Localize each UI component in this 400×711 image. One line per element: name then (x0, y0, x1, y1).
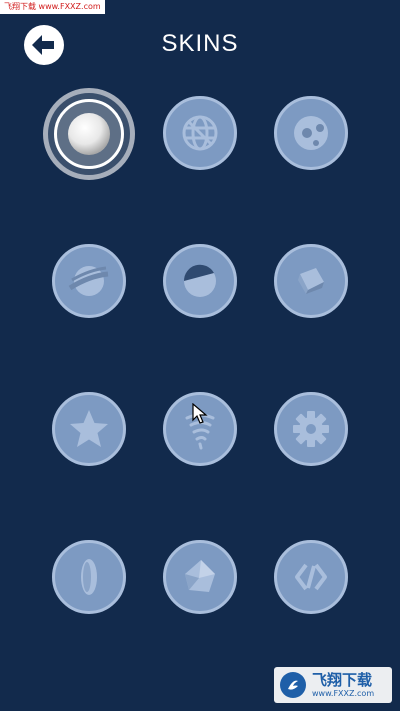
watermark-logo-icon (280, 672, 306, 698)
watermark-top: 飞翔下载 www.FXXZ.com (0, 0, 105, 14)
selection-ring (54, 99, 124, 169)
code-brackets-icon (295, 563, 327, 591)
planet-ring-icon (68, 266, 109, 296)
wireframe-sphere-icon (182, 115, 218, 151)
watermark-bottom: 飞翔下载 www.FXXZ.com (274, 667, 392, 703)
skins-screen: 飞翔下载 www.FXXZ.com SKINS 飞翔下载 www.FXXZ.co… (0, 0, 400, 711)
skin-lens-disc[interactable] (52, 540, 126, 614)
skin-wireframe-sphere[interactable] (163, 96, 237, 170)
skin-white-ball[interactable] (43, 88, 135, 180)
watermark-url: www.FXXZ.com (312, 688, 375, 698)
skin-code-brackets[interactable] (274, 540, 348, 614)
skin-planet-ring[interactable] (52, 244, 126, 318)
polyhedron-icon (185, 560, 215, 592)
page-title: SKINS (161, 30, 239, 57)
skin-gear[interactable] (274, 392, 348, 466)
cursor-icon (192, 403, 208, 424)
white-ball-icon (68, 113, 110, 155)
half-moon-icon (183, 264, 216, 297)
skin-half-moon[interactable] (163, 244, 237, 318)
skin-star[interactable] (52, 392, 126, 466)
soccer-ball-icon (294, 116, 328, 150)
skin-cube[interactable] (274, 244, 348, 318)
star-icon (70, 410, 108, 447)
gear-icon (293, 411, 329, 447)
watermark-brand: 飞翔下载 (312, 670, 373, 689)
cube-icon (298, 268, 324, 294)
skin-soccer-ball[interactable] (274, 96, 348, 170)
lens-disc-icon (81, 559, 97, 595)
skin-polyhedron[interactable] (163, 540, 237, 614)
